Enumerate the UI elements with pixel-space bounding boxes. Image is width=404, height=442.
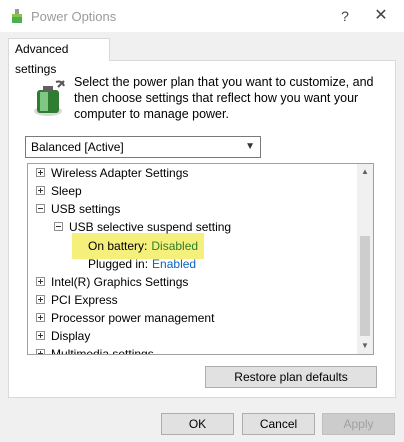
tree-item-usb-settings[interactable]: USB settings [36, 200, 120, 218]
plugged-in-value[interactable]: Enabled [152, 257, 196, 271]
tab-advanced-settings[interactable]: Advanced settings [8, 38, 110, 76]
tree-item-plugged-in[interactable]: Plugged in: Enabled [88, 255, 196, 273]
expand-icon[interactable] [36, 277, 45, 287]
tree-item-pci-express[interactable]: PCI Express [36, 291, 118, 309]
cancel-button[interactable]: Cancel [242, 413, 315, 435]
tree-item-on-battery[interactable]: On battery: Disabled [88, 237, 198, 255]
on-battery-value[interactable]: Disabled [151, 239, 198, 253]
collapse-icon[interactable] [54, 222, 63, 232]
ok-button[interactable]: OK [161, 413, 234, 435]
tree-item-wireless-adapter[interactable]: Wireless Adapter Settings [36, 164, 188, 182]
on-battery-label: On battery: [88, 239, 148, 253]
plugged-in-label: Plugged in: [88, 257, 149, 271]
window-title: Power Options [31, 9, 117, 24]
tree-item-usb-selective-suspend[interactable]: USB selective suspend setting [54, 218, 231, 236]
restore-plan-defaults-button[interactable]: Restore plan defaults [205, 366, 377, 388]
settings-tree[interactable]: Wireless Adapter Settings Sleep USB sett… [27, 163, 374, 355]
power-options-app-icon [12, 9, 22, 23]
apply-button[interactable]: Apply [322, 413, 395, 435]
scroll-thumb[interactable] [360, 236, 370, 336]
scroll-down-icon[interactable]: ▼ [357, 338, 373, 354]
dropdown-arrow-icon: ▼ [245, 141, 255, 152]
tree-item-sleep[interactable]: Sleep [36, 182, 82, 200]
power-plan-select[interactable]: Balanced [Active] ▼ [25, 136, 261, 158]
power-plan-value: Balanced [Active] [31, 140, 124, 154]
tree-scrollbar[interactable]: ▲ ▼ [357, 164, 373, 354]
expand-icon[interactable] [36, 168, 45, 178]
tree-item-multimedia[interactable]: Multimedia settings [36, 345, 154, 354]
description-text: Select the power plan that you want to c… [74, 75, 374, 121]
tree-item-processor-power[interactable]: Processor power management [36, 309, 214, 327]
help-icon[interactable]: ? [333, 6, 357, 26]
battery-power-icon [34, 80, 65, 116]
expand-icon[interactable] [36, 295, 45, 305]
expand-icon[interactable] [36, 331, 45, 341]
tree-item-display[interactable]: Display [36, 327, 90, 345]
close-icon[interactable]: ✕ [369, 6, 393, 26]
scroll-up-icon[interactable]: ▲ [357, 164, 373, 180]
expand-icon[interactable] [36, 186, 45, 196]
expand-icon[interactable] [36, 313, 45, 323]
tree-item-intel-graphics[interactable]: Intel(R) Graphics Settings [36, 273, 188, 291]
collapse-icon[interactable] [36, 204, 45, 214]
expand-icon[interactable] [36, 349, 45, 354]
title-bar: Power Options ? ✕ [0, 0, 404, 32]
